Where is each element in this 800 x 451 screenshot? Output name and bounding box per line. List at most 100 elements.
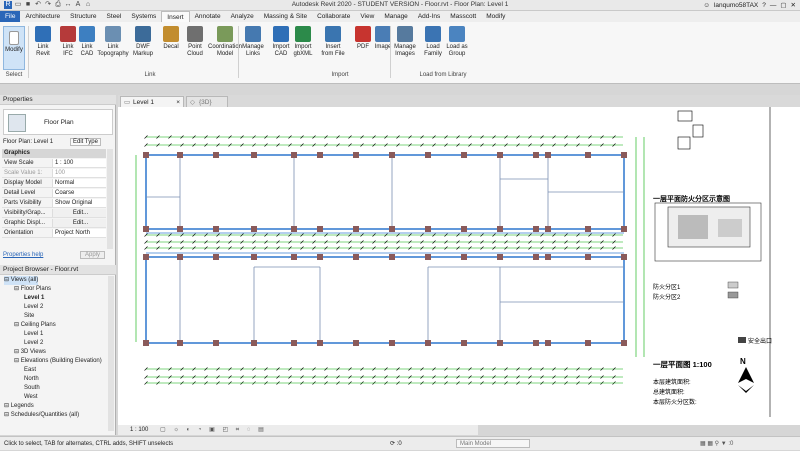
property-value[interactable]: Normal bbox=[52, 179, 106, 187]
graphics-section[interactable]: Graphics bbox=[2, 149, 106, 158]
ribbon-button-link-topography[interactable]: Link Topography bbox=[96, 26, 130, 57]
tab-level-1[interactable]: ▭ Level 1 × bbox=[120, 96, 184, 107]
active-model-dropdown[interactable]: Main Model bbox=[456, 439, 530, 448]
ribbon-tab-manage[interactable]: Manage bbox=[379, 11, 413, 22]
structural-column bbox=[143, 254, 149, 260]
structural-column bbox=[585, 152, 591, 158]
status-tools-icons[interactable]: ⟳ :0 bbox=[390, 437, 402, 451]
ribbon-tab-structure[interactable]: Structure bbox=[65, 11, 101, 22]
structural-column bbox=[177, 340, 183, 346]
browser-item[interactable]: ⊟ Schedules/Quantities (all) bbox=[4, 411, 79, 420]
ribbon-button-import-gbxml[interactable]: Import gbXML bbox=[290, 26, 316, 57]
cursor-icon bbox=[9, 31, 19, 45]
ribbon-button-insert-from-file[interactable]: Insert from File bbox=[320, 26, 346, 57]
close-button[interactable]: ✕ bbox=[791, 1, 796, 9]
user-icon[interactable]: ☺ bbox=[703, 2, 710, 9]
help-icon[interactable]: ? bbox=[762, 2, 766, 9]
ribbon-tab-systems[interactable]: Systems bbox=[126, 11, 161, 22]
ribbon-tab-add-ins[interactable]: Add-Ins bbox=[413, 11, 445, 22]
view-control-icons[interactable]: ▢ ☼ ◐ ◔ ▣ ◰ ⌗ ◌ ▤ bbox=[160, 427, 267, 433]
point-cloud-icon bbox=[187, 26, 203, 42]
property-value[interactable]: Coarse bbox=[52, 189, 106, 197]
ribbon-button-dwf-markup[interactable]: DWF Markup bbox=[130, 26, 156, 57]
browser-item[interactable]: South bbox=[24, 384, 40, 393]
property-row[interactable]: Orientation Project North bbox=[2, 229, 106, 238]
browser-item[interactable]: ⊟ Elevations (Building Elevation) bbox=[14, 357, 102, 366]
structural-column bbox=[497, 254, 503, 260]
maximize-button[interactable]: ▢ bbox=[780, 1, 786, 9]
browser-item[interactable]: ⊟ 3D Views bbox=[14, 348, 46, 357]
ribbon-button-manage-images[interactable]: Manage Images bbox=[392, 26, 418, 57]
edit-type-button[interactable]: Edit Type bbox=[70, 138, 101, 146]
ribbon-tab-masscott[interactable]: Masscott bbox=[445, 11, 481, 22]
selection-filter-icons[interactable]: ▦ ▦ ⚲ ▼ :0 bbox=[700, 437, 733, 451]
ribbon-tab-view[interactable]: View bbox=[355, 11, 379, 22]
properties-help-link[interactable]: Properties help bbox=[3, 252, 43, 258]
modify-button[interactable]: Modify bbox=[3, 26, 25, 70]
structural-column bbox=[143, 226, 149, 232]
property-row[interactable]: Graphic Displ... Edit... bbox=[2, 219, 106, 228]
browser-item[interactable]: Site bbox=[24, 312, 34, 321]
browser-item[interactable]: ⊟ Floor Plans bbox=[14, 285, 51, 294]
browser-item[interactable]: Level 2 bbox=[24, 303, 43, 312]
ribbon-button-link-revit[interactable]: Link Revit bbox=[30, 26, 56, 57]
ribbon-tab-insert[interactable]: Insert bbox=[161, 11, 190, 22]
ribbon-button-coordination-model[interactable]: Coordination Model bbox=[208, 26, 242, 57]
structural-column bbox=[251, 152, 257, 158]
property-row[interactable]: Scale Value 1: 100 bbox=[2, 169, 106, 178]
ribbon-tab-collaborate[interactable]: Collaborate bbox=[312, 11, 355, 22]
structural-column bbox=[251, 254, 257, 260]
structural-column bbox=[533, 340, 539, 346]
user-name[interactable]: lanqumo58TAX bbox=[714, 2, 758, 9]
minimize-button[interactable]: — bbox=[770, 2, 777, 9]
ribbon-button-point-cloud[interactable]: Point Cloud bbox=[182, 26, 208, 57]
property-row[interactable]: View Scale 1 : 100 bbox=[2, 159, 106, 168]
ribbon-button-load-as-group[interactable]: Load as Group bbox=[444, 26, 470, 57]
ribbon-tab-file[interactable]: File bbox=[0, 11, 21, 22]
ribbon-tab-modify[interactable]: Modify bbox=[481, 11, 510, 22]
ribbon-button-load-family[interactable]: Load Family bbox=[420, 26, 446, 57]
property-value[interactable]: Edit... bbox=[52, 219, 106, 227]
browser-item[interactable]: ⊟ Views (all) bbox=[4, 276, 39, 285]
tab-3d[interactable]: ◇ {3D} bbox=[186, 96, 228, 107]
browser-item[interactable]: North bbox=[24, 375, 39, 384]
browser-item[interactable]: ⊟ Legends bbox=[4, 402, 34, 411]
browser-item[interactable]: Level 1 bbox=[24, 330, 43, 339]
browser-scrollbar[interactable] bbox=[108, 276, 114, 431]
instance-selector[interactable]: Floor Plan: Level 1 bbox=[3, 139, 63, 145]
ribbon-tab-steel[interactable]: Steel bbox=[102, 11, 127, 22]
ribbon-button-decal[interactable]: Decal bbox=[158, 26, 184, 51]
browser-item[interactable]: Level 1 bbox=[24, 294, 44, 303]
browser-item[interactable]: Level 2 bbox=[24, 339, 43, 348]
property-value[interactable]: 1 : 100 bbox=[52, 159, 106, 167]
structural-column bbox=[389, 340, 395, 346]
property-row[interactable]: Parts Visibility Show Original bbox=[2, 199, 106, 208]
browser-item[interactable]: ⊟ Ceiling Plans bbox=[14, 321, 56, 330]
project-browser-title: Project Browser - Floor.rvt bbox=[0, 265, 116, 275]
browser-item[interactable]: West bbox=[24, 393, 38, 402]
property-row[interactable]: Visibility/Grap... Edit... bbox=[2, 209, 106, 218]
ribbon-button-label: Coordination Model bbox=[208, 44, 243, 57]
property-value[interactable]: Project North bbox=[52, 229, 106, 237]
property-value[interactable]: Show Original bbox=[52, 199, 106, 207]
ribbon-tab-massing-site[interactable]: Massing & Site bbox=[259, 11, 312, 22]
ribbon-tab-architecture[interactable]: Architecture bbox=[20, 11, 65, 22]
property-row[interactable]: Display Model Normal bbox=[2, 179, 106, 188]
tab-3d-label: {3D} bbox=[199, 99, 212, 106]
ribbon-button-label: Import gbXML bbox=[293, 44, 313, 57]
property-value[interactable]: Edit... bbox=[52, 209, 106, 217]
view-scale[interactable]: 1 : 100 bbox=[130, 427, 148, 433]
drawing-canvas[interactable]: 一层平面防火分区示意图 一层平面图 1:100 本层建筑面积: 总建筑面积: 本… bbox=[118, 107, 800, 425]
apply-button[interactable]: Apply bbox=[80, 251, 106, 259]
property-value[interactable]: 100 bbox=[52, 169, 106, 177]
ribbon-tab-bar: File Architecture Structure Steel Systems Ins… bbox=[0, 11, 800, 22]
properties-scrollbar[interactable] bbox=[107, 149, 113, 249]
type-selector[interactable]: Floor Plan bbox=[3, 109, 113, 135]
property-row[interactable]: Detail Level Coarse bbox=[2, 189, 106, 198]
ribbon-tab-analyze[interactable]: Analyze bbox=[226, 11, 259, 22]
ribbon-button-label: Decal bbox=[163, 44, 179, 50]
structural-column bbox=[353, 152, 359, 158]
ribbon-button-manage-links[interactable]: Manage Links bbox=[240, 26, 266, 57]
ribbon-tab-annotate[interactable]: Annotate bbox=[190, 11, 226, 22]
browser-item[interactable]: East bbox=[24, 366, 36, 375]
